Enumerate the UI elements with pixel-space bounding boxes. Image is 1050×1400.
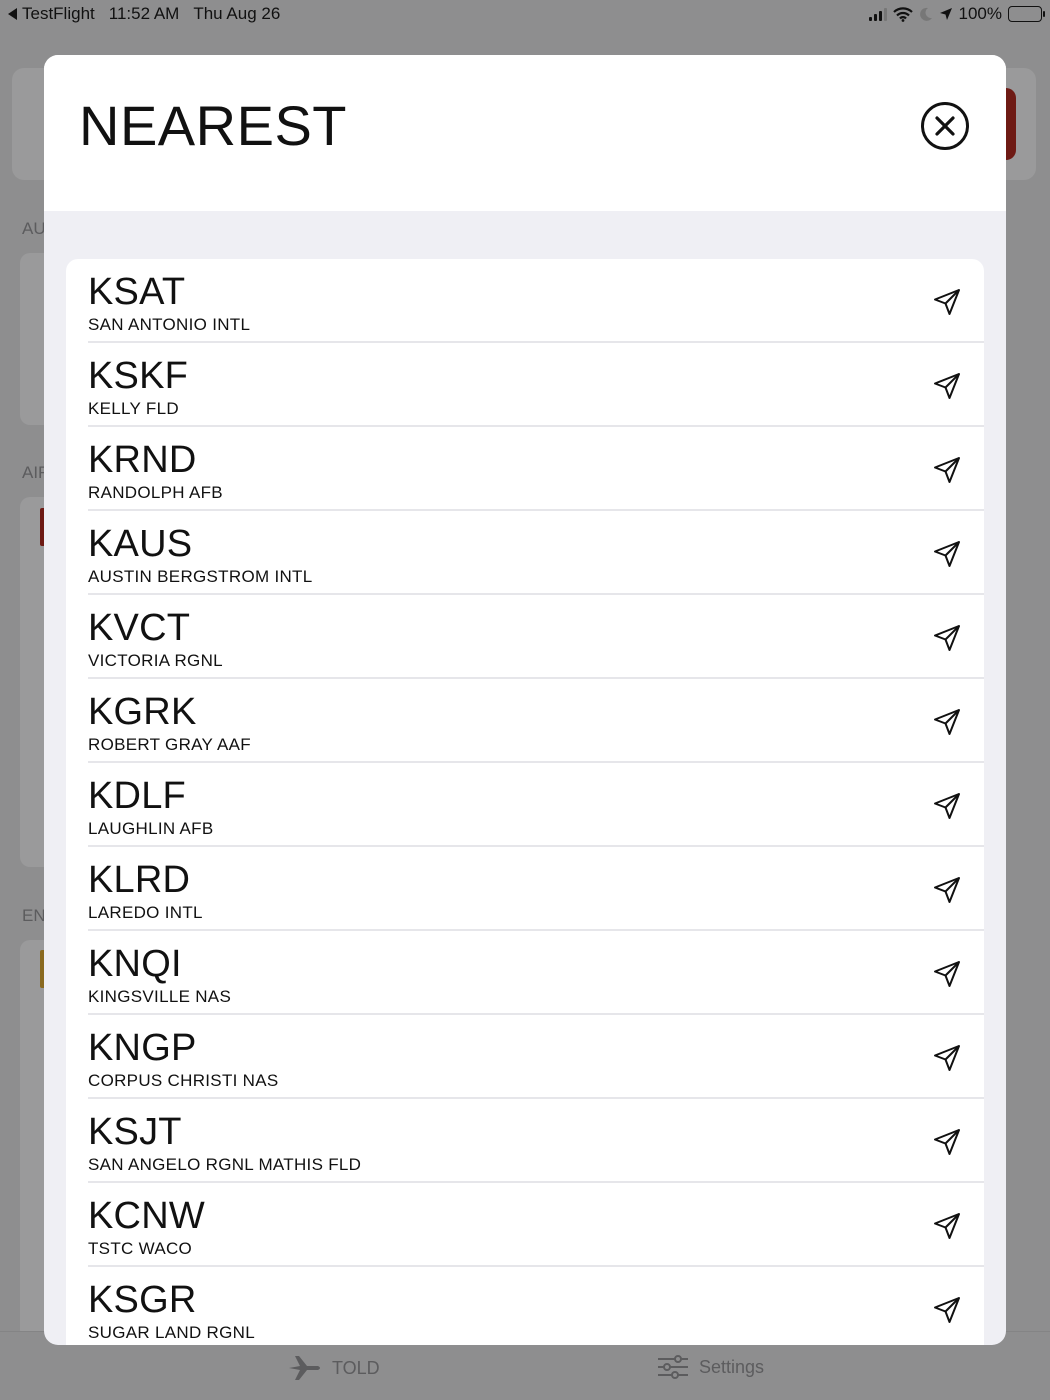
airport-name: AUSTIN BERGSTROM INTL <box>88 567 313 586</box>
airport-name: SUGAR LAND RGNL <box>88 1323 255 1342</box>
tab-told[interactable]: TOLD <box>288 1354 380 1382</box>
airport-code: KRND <box>88 439 197 481</box>
airport-name: LAREDO INTL <box>88 903 203 922</box>
status-time: 11:52 AM <box>108 4 180 23</box>
airport-code: KSJT <box>88 1111 182 1153</box>
airport-row[interactable]: KCNW TSTC WACO <box>66 1183 984 1267</box>
background-section-label: AU <box>22 219 46 238</box>
airport-code: KLRD <box>88 859 191 901</box>
airport-row[interactable]: KNQI KINGSVILLE NAS <box>66 931 984 1015</box>
navigation-arrow-icon[interactable] <box>932 623 962 653</box>
cellular-signal-icon <box>868 7 887 21</box>
airport-row[interactable]: KAUS AUSTIN BERGSTROM INTL <box>66 511 984 595</box>
airport-row[interactable]: KRND RANDOLPH AFB <box>66 427 984 511</box>
airport-name: CORPUS CHRISTI NAS <box>88 1071 279 1090</box>
airport-name: KELLY FLD <box>88 399 179 418</box>
battery-icon <box>1008 6 1045 22</box>
airport-row[interactable]: KLRD LAREDO INTL <box>66 847 984 931</box>
airport-code: KSGR <box>88 1279 197 1321</box>
airport-code: KGRK <box>88 691 197 733</box>
airport-row[interactable]: KSKF KELLY FLD <box>66 343 984 427</box>
navigation-arrow-icon[interactable] <box>932 371 962 401</box>
airport-code: KDLF <box>88 775 186 817</box>
status-bar: TestFlight 11:52 AM Thu Aug 26 100% <box>0 0 1050 28</box>
navigation-arrow-icon[interactable] <box>932 1043 962 1073</box>
back-arrow-icon <box>8 8 17 20</box>
airplane-icon <box>289 1356 320 1380</box>
airport-name: RANDOLPH AFB <box>88 483 223 502</box>
back-to-app-link[interactable]: TestFlight <box>8 4 95 24</box>
wifi-icon <box>892 6 913 22</box>
airport-row[interactable]: KVCT VICTORIA RGNL <box>66 595 984 679</box>
navigation-arrow-icon[interactable] <box>932 791 962 821</box>
airport-name: SAN ANTONIO INTL <box>88 315 251 334</box>
modal-title: NEAREST <box>79 94 347 157</box>
tab-settings[interactable]: Settings <box>657 1354 764 1380</box>
moon-icon <box>919 7 932 21</box>
airport-name: VICTORIA RGNL <box>88 651 223 670</box>
airport-row[interactable]: KDLF LAUGHLIN AFB <box>66 763 984 847</box>
tab-told-label: TOLD <box>332 1357 380 1378</box>
modal-header: NEAREST <box>44 55 1006 211</box>
close-button[interactable] <box>921 102 969 150</box>
airport-name: KINGSVILLE NAS <box>88 987 232 1006</box>
airport-code: KCNW <box>88 1195 205 1237</box>
airport-code: KNGP <box>88 1027 197 1069</box>
airport-code: KAUS <box>88 523 193 565</box>
nearest-modal: NEAREST KSAT SAN ANTONIO INTL KSKF KELLY FL… <box>44 55 1006 1345</box>
airport-row[interactable]: KSJT SAN ANGELO RGNL MATHIS FLD <box>66 1099 984 1183</box>
airport-row[interactable]: KSGR SUGAR LAND RGNL <box>66 1267 984 1345</box>
navigation-arrow-icon[interactable] <box>932 1127 962 1157</box>
location-arrow-icon <box>939 8 952 20</box>
airport-name: ROBERT GRAY AAF <box>88 735 251 754</box>
background-section-label: EN <box>22 906 46 925</box>
airport-row[interactable]: KNGP CORPUS CHRISTI NAS <box>66 1015 984 1099</box>
airport-row[interactable]: KGRK ROBERT GRAY AAF <box>66 679 984 763</box>
airport-name: SAN ANGELO RGNL MATHIS FLD <box>88 1155 362 1174</box>
navigation-arrow-icon[interactable] <box>932 539 962 569</box>
sliders-icon <box>658 1355 688 1379</box>
tab-settings-label: Settings <box>699 1356 765 1377</box>
airport-code: KSAT <box>88 271 186 313</box>
navigation-arrow-icon[interactable] <box>932 959 962 989</box>
navigation-arrow-icon[interactable] <box>932 875 962 905</box>
airport-name: LAUGHLIN AFB <box>88 819 214 838</box>
navigation-arrow-icon[interactable] <box>932 707 962 737</box>
airport-code: KSKF <box>88 355 189 397</box>
navigation-arrow-icon[interactable] <box>932 287 962 317</box>
status-date: Thu Aug 26 <box>193 4 281 23</box>
airport-list: KSAT SAN ANTONIO INTL KSKF KELLY FLD KRND RAN… <box>66 259 984 1345</box>
navigation-arrow-icon[interactable] <box>932 455 962 485</box>
navigation-arrow-icon[interactable] <box>932 1295 962 1325</box>
airport-code: KVCT <box>88 607 191 649</box>
battery-percent: 100% <box>958 4 1002 23</box>
airport-name: TSTC WACO <box>88 1239 193 1258</box>
navigation-arrow-icon[interactable] <box>932 1211 962 1241</box>
airport-row[interactable]: KSAT SAN ANTONIO INTL <box>66 259 984 343</box>
close-icon <box>935 116 955 136</box>
airport-code: KNQI <box>88 943 182 985</box>
back-app-label: TestFlight <box>22 4 95 23</box>
